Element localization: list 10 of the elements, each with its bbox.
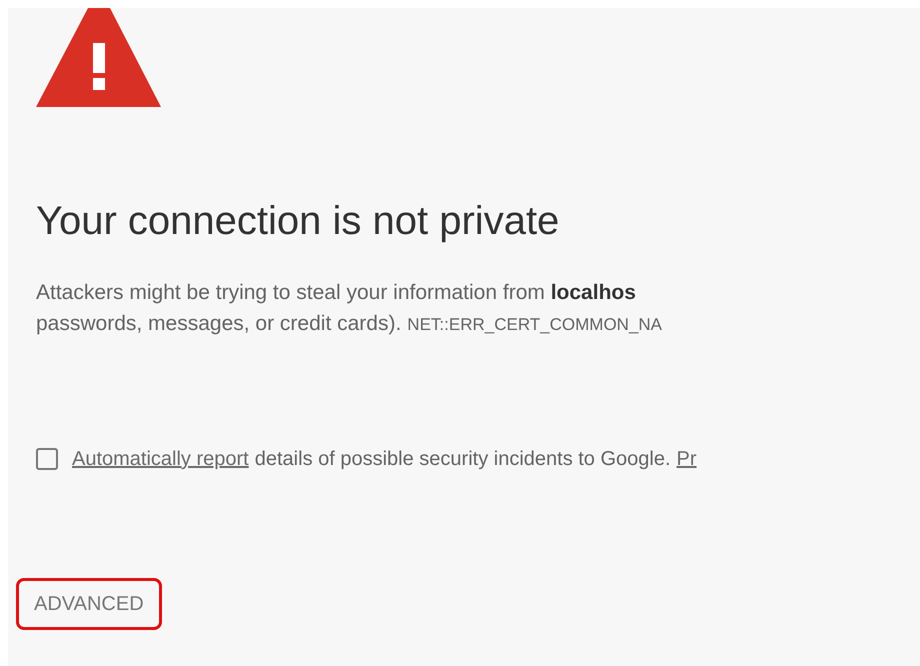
warning-text: passwords, messages, or credit cards). bbox=[36, 311, 402, 337]
report-checkbox[interactable] bbox=[36, 448, 58, 470]
privacy-link[interactable]: Pr bbox=[676, 444, 697, 474]
error-code: NET::ERR_CERT_COMMON_NA bbox=[407, 314, 662, 336]
report-text: details of possible security incidents to Google. bbox=[254, 447, 671, 472]
warning-icon bbox=[36, 8, 162, 107]
advanced-button[interactable]: ADVANCED bbox=[16, 578, 162, 630]
report-link[interactable]: Automatically report bbox=[72, 444, 249, 474]
warning-text: Attackers might be trying to steal your information from localhos bbox=[36, 280, 637, 306]
page-title: Your connection is not private bbox=[36, 198, 560, 245]
